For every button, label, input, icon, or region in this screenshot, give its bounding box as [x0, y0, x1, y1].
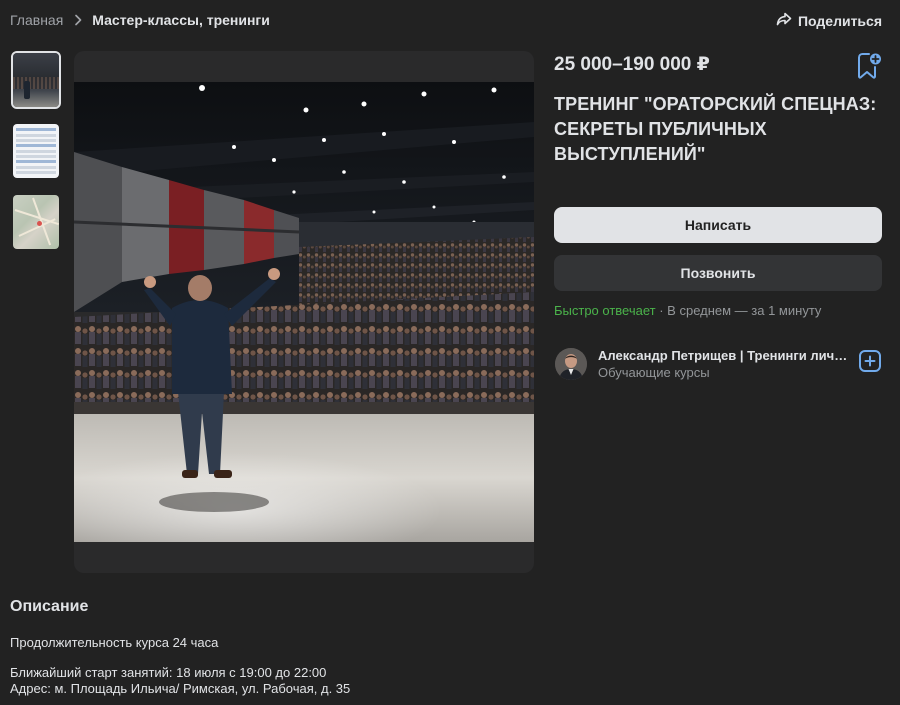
breadcrumb-current-category[interactable]: Мастер-классы, тренинги [92, 12, 270, 28]
thumbnail-map[interactable] [11, 193, 61, 251]
share-label: Поделиться [797, 12, 882, 29]
thumbnail-schedule[interactable] [11, 122, 61, 180]
description-heading: Описание [10, 598, 89, 615]
seller-card: Александр Петрищев | Тренинги личностног… [554, 347, 882, 383]
seller-category: Обучающие курсы [598, 365, 710, 380]
plus-square-icon [859, 350, 881, 372]
share-button[interactable]: Поделиться [776, 12, 882, 29]
write-message-button[interactable]: Написать [554, 207, 882, 243]
seller-avatar[interactable] [555, 348, 587, 380]
main-photo [74, 82, 534, 542]
chevron-right-icon [74, 14, 82, 26]
description-address: Адрес: м. Площадь Ильича/ Римская, ул. Р… [10, 681, 351, 696]
thumbnail-concert-hall[interactable] [11, 51, 61, 109]
bookmark-plus-icon [858, 53, 881, 79]
description-duration: Продолжительность курса 24 часа [10, 635, 219, 650]
breadcrumb: Главная Мастер-классы, тренинги [10, 12, 270, 28]
seller-name[interactable]: Александр Петрищев | Тренинги личностног… [598, 348, 848, 363]
subscribe-seller-button[interactable] [859, 350, 881, 372]
listing-price: 25 000–190 000 ₽ [554, 54, 710, 75]
call-button[interactable]: Позвонить [554, 255, 882, 291]
thumbnail-image [13, 124, 59, 178]
thumbnail-image [13, 53, 59, 107]
average-reply-time: · В среднем — за 1 минуту [655, 303, 822, 318]
listing-title: ТРЕНИНГ "ОРАТОРСКИЙ СПЕЦНАЗ: СЕКРЕТЫ ПУБ… [554, 94, 877, 164]
gallery-thumbnails [10, 51, 62, 264]
thumbnail-image [13, 195, 59, 249]
bookmark-add-button[interactable] [855, 51, 883, 81]
share-icon [776, 12, 792, 29]
reply-status: Быстро отвечает · В среднем — за 1 минут… [554, 303, 821, 318]
breadcrumb-home-link[interactable]: Главная [10, 12, 63, 28]
fast-reply-label: Быстро отвечает [554, 303, 656, 318]
main-photo-frame[interactable] [74, 51, 534, 573]
description-start: Ближайший старт занятий: 18 июля с 19:00… [10, 665, 327, 680]
